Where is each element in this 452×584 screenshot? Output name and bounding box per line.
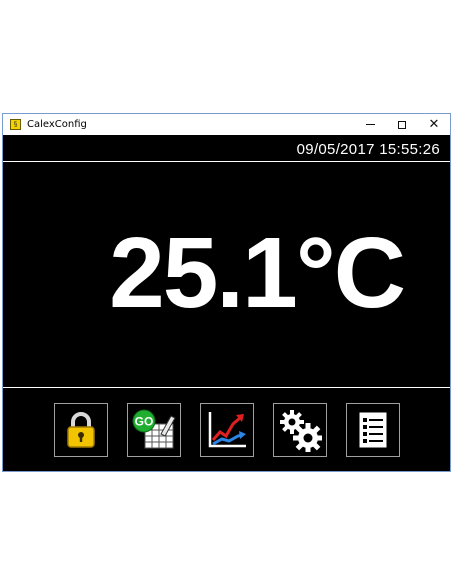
- close-button[interactable]: ✕: [418, 114, 450, 135]
- maximize-button[interactable]: [386, 114, 418, 135]
- go-badge-label: GO: [135, 415, 154, 429]
- maximize-icon: [398, 120, 406, 129]
- gears-icon: [280, 410, 322, 452]
- temperature-reading: 25.1°C: [109, 217, 406, 329]
- bottom-divider: [3, 387, 450, 388]
- trend-chart-icon: [208, 412, 246, 448]
- minimize-icon: [365, 124, 375, 125]
- lock-button[interactable]: [54, 403, 108, 457]
- top-divider: [3, 161, 450, 162]
- window-title: CalexConfig: [27, 119, 87, 130]
- padlock-icon: [67, 412, 95, 448]
- settings-button[interactable]: [273, 403, 327, 457]
- close-icon: ✕: [428, 117, 440, 132]
- minimize-button[interactable]: [354, 114, 386, 135]
- go-logging-icon: GO: [132, 409, 176, 449]
- app-icon: §: [10, 119, 21, 130]
- toolbar: GO: [54, 403, 400, 457]
- app-window: § CalexConfig ✕ 09/05/2017 15:55:26 25.1…: [2, 113, 451, 472]
- title-bar[interactable]: § CalexConfig ✕: [3, 114, 450, 135]
- trend-chart-button[interactable]: [200, 403, 254, 457]
- start-logging-button[interactable]: GO: [127, 403, 181, 457]
- display-panel: 09/05/2017 15:55:26 25.1°C GO: [3, 135, 450, 471]
- checklist-icon: [359, 412, 387, 448]
- checklist-button[interactable]: [346, 403, 400, 457]
- datetime-readout: 09/05/2017 15:55:26: [296, 141, 440, 158]
